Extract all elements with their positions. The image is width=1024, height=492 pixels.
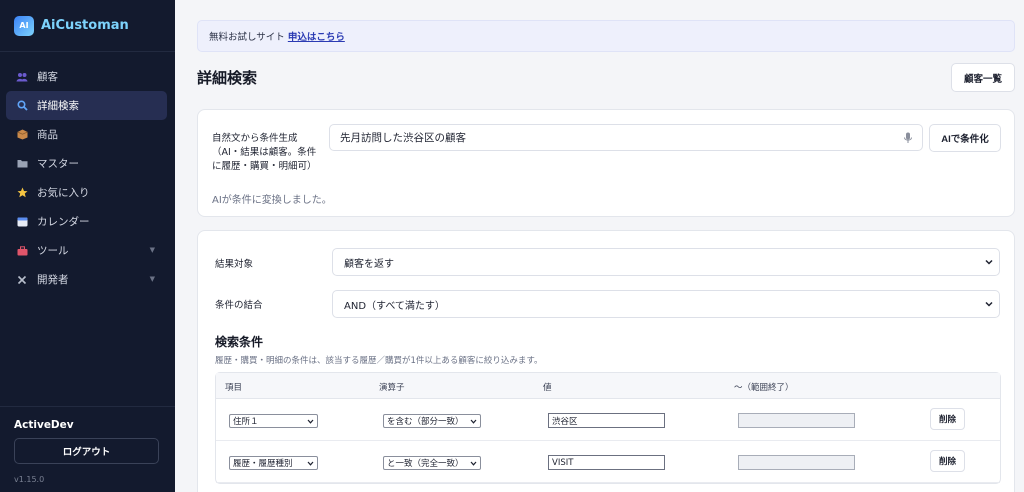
column-header: 演算子 bbox=[379, 383, 405, 393]
sidebar: AI AiCustoman 顧客 詳細検索 商品 マスター お気に入り カレンダ… bbox=[0, 0, 175, 492]
table-row: 住所１ を含む（部分一致） 渋谷区 削除 bbox=[216, 399, 1000, 441]
logout-button[interactable]: ログアウト bbox=[14, 438, 159, 464]
sidebar-item-developer[interactable]: 開発者 ▼ bbox=[6, 265, 167, 294]
chevron-down-icon: ▼ bbox=[149, 275, 155, 283]
column-header: 値 bbox=[543, 383, 552, 393]
chevron-down-icon bbox=[470, 418, 477, 425]
sidebar-nav: 顧客 詳細検索 商品 マスター お気に入り カレンダー ツール ▼ 開発者 ▼ bbox=[0, 52, 175, 294]
combine-label: 条件の結合 bbox=[215, 300, 263, 311]
combine-value: AND（すべて満たす） bbox=[344, 300, 445, 312]
chevron-down-icon bbox=[307, 418, 314, 425]
conditions-table: 項目 演算子 値 〜（範囲終了） 住所１ を含む（部分一致） 渋谷区 削除 履歴… bbox=[215, 372, 1001, 484]
sidebar-item-master[interactable]: マスター bbox=[6, 149, 167, 178]
result-target-select[interactable]: 顧客を返す bbox=[332, 248, 1000, 276]
tools-icon bbox=[16, 274, 28, 286]
field-select-value: 住所１ bbox=[233, 417, 259, 427]
delete-row-button[interactable]: 削除 bbox=[930, 408, 965, 430]
toolbox-icon bbox=[16, 245, 28, 257]
result-target-label: 結果対象 bbox=[215, 259, 254, 270]
sidebar-item-customers[interactable]: 顧客 bbox=[6, 62, 167, 91]
column-header: 〜（範囲終了） bbox=[734, 383, 794, 393]
page-title: 詳細検索 bbox=[197, 69, 258, 87]
operator-select[interactable]: と一致（完全一致） bbox=[383, 456, 481, 470]
calendar-icon bbox=[16, 216, 28, 228]
chevron-down-icon bbox=[470, 460, 477, 467]
sidebar-item-advanced-search[interactable]: 詳細検索 bbox=[6, 91, 167, 120]
customer-list-button[interactable]: 顧客一覧 bbox=[951, 63, 1015, 92]
chevron-down-icon bbox=[307, 460, 314, 467]
ai-status-message: AIが条件に変換しました。 bbox=[212, 195, 332, 206]
combine-select[interactable]: AND（すべて満たす） bbox=[332, 290, 1000, 318]
sidebar-item-label: 開発者 bbox=[37, 274, 69, 286]
sidebar-footer: ActiveDev ログアウト v1.15.0 bbox=[0, 406, 175, 492]
value-input[interactable]: VISIT bbox=[548, 455, 665, 470]
field-select[interactable]: 住所１ bbox=[229, 414, 318, 428]
column-header: 項目 bbox=[225, 383, 243, 393]
range-end-input[interactable] bbox=[738, 413, 855, 428]
ai-convert-button[interactable]: AIで条件化 bbox=[929, 124, 1001, 152]
brand[interactable]: AI AiCustoman bbox=[0, 0, 175, 52]
star-icon bbox=[16, 187, 28, 199]
delete-row-button[interactable]: 削除 bbox=[930, 450, 965, 472]
sidebar-item-label: ツール bbox=[37, 245, 69, 257]
sidebar-item-tools[interactable]: ツール ▼ bbox=[6, 236, 167, 265]
range-end-input[interactable] bbox=[738, 455, 855, 470]
operator-select-value: を含む（部分一致） bbox=[387, 417, 464, 427]
operator-select-value: と一致（完全一致） bbox=[387, 459, 464, 469]
value-input[interactable]: 渋谷区 bbox=[548, 413, 665, 428]
ai-condition-card: 自然文から条件生成（AI・結果は顧客。条件に履歴・購買・明細可） 先月訪問した渋… bbox=[197, 109, 1015, 217]
signup-link[interactable]: 申込はこちら bbox=[288, 29, 345, 43]
chevron-down-icon: ▼ bbox=[149, 246, 155, 254]
user-name: ActiveDev bbox=[14, 419, 74, 431]
table-row: 履歴・履歴種別 と一致（完全一致） VISIT 削除 bbox=[216, 441, 1000, 483]
sidebar-item-label: マスター bbox=[37, 158, 79, 170]
main-content: 無料お試しサイト 申込はこちら 詳細検索 顧客一覧 自然文から条件生成（AI・結… bbox=[175, 0, 1024, 492]
sidebar-item-label: カレンダー bbox=[37, 216, 90, 228]
sidebar-item-favorites[interactable]: お気に入り bbox=[6, 178, 167, 207]
box-icon bbox=[16, 129, 28, 141]
field-select[interactable]: 履歴・履歴種別 bbox=[229, 456, 318, 470]
folder-icon bbox=[16, 158, 28, 170]
field-select-value: 履歴・履歴種別 bbox=[233, 459, 293, 469]
search-conditions-card: 結果対象 顧客を返す 条件の結合 AND（すべて満たす） 検索条件 履歴・購買・… bbox=[197, 230, 1015, 492]
sidebar-item-label: 顧客 bbox=[37, 71, 58, 83]
table-header: 項目 演算子 値 〜（範囲終了） bbox=[216, 373, 1000, 399]
ai-condition-label: 自然文から条件生成（AI・結果は顧客。条件に履歴・購買・明細可） bbox=[212, 133, 317, 172]
sidebar-item-label: 詳細検索 bbox=[37, 100, 79, 112]
sidebar-item-products[interactable]: 商品 bbox=[6, 120, 167, 149]
sidebar-item-label: お気に入り bbox=[37, 187, 90, 199]
result-target-value: 顧客を返す bbox=[344, 258, 394, 270]
notice-text: 無料お試しサイト bbox=[209, 32, 285, 43]
microphone-icon[interactable] bbox=[903, 132, 913, 144]
chevron-down-icon bbox=[984, 299, 994, 309]
chevron-down-icon bbox=[984, 257, 994, 267]
search-conditions-description: 履歴・購買・明細の条件は、該当する履歴／購買が1件以上ある顧客に絞り込みます。 bbox=[215, 356, 543, 366]
users-icon bbox=[16, 71, 28, 83]
operator-select[interactable]: を含む（部分一致） bbox=[383, 414, 481, 428]
natural-language-value: 先月訪問した渋谷区の顧客 bbox=[340, 132, 466, 144]
sidebar-item-label: 商品 bbox=[37, 129, 58, 141]
app-name: AiCustoman bbox=[41, 18, 129, 33]
search-icon bbox=[16, 100, 28, 112]
search-conditions-title: 検索条件 bbox=[215, 335, 264, 349]
trial-notice: 無料お試しサイト 申込はこちら bbox=[197, 20, 1015, 52]
app-logo: AI bbox=[14, 15, 34, 36]
version-label: v1.15.0 bbox=[14, 475, 45, 484]
natural-language-input[interactable]: 先月訪問した渋谷区の顧客 bbox=[329, 124, 923, 151]
sidebar-item-calendar[interactable]: カレンダー bbox=[6, 207, 167, 236]
